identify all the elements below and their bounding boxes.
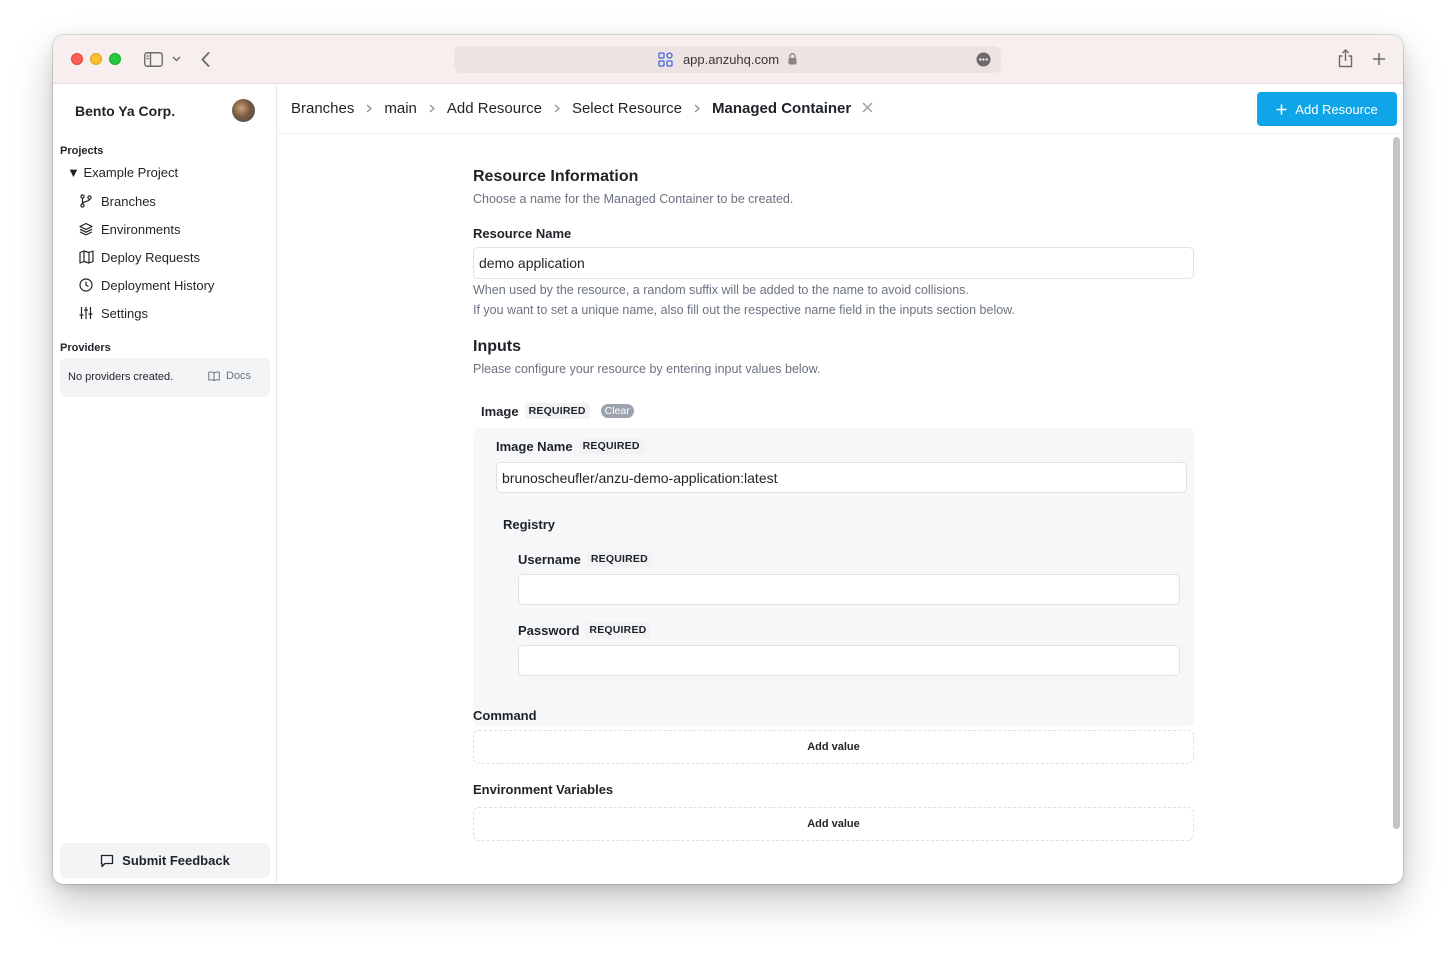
sidebar: Bento Ya Corp. Projects ▼ Example Projec…	[53, 85, 277, 884]
clock-icon	[78, 277, 94, 293]
command-label: Command	[473, 708, 537, 723]
project-example[interactable]: ▼ Example Project	[67, 165, 178, 180]
submit-feedback-button[interactable]: Submit Feedback	[60, 843, 270, 878]
breadcrumb-branches[interactable]: Branches	[291, 100, 354, 117]
resource-name-label: Resource Name	[473, 226, 572, 241]
chevron-right-icon	[554, 102, 560, 116]
url-text: app.anzuhq.com	[682, 52, 780, 67]
username-label-text: Username	[518, 551, 581, 567]
required-badge: REQUIRED	[586, 551, 652, 567]
env-add-value-button[interactable]: Add value	[473, 807, 1194, 841]
resource-info-title: Resource Information	[473, 168, 639, 185]
breadcrumb-main[interactable]: main	[384, 100, 417, 117]
sidebar-item-branches[interactable]: Branches	[78, 191, 156, 211]
resource-name-help-1: When used by the resource, a random suff…	[473, 283, 969, 297]
org-name[interactable]: Bento Ya Corp.	[75, 103, 175, 119]
sidebar-item-deploy-requests[interactable]: Deploy Requests	[78, 247, 200, 267]
add-resource-button[interactable]: Add Resource	[1257, 92, 1397, 126]
username-label: Username REQUIRED	[518, 551, 652, 567]
share-icon[interactable]	[1337, 48, 1353, 68]
providers-panel: No providers created. Docs	[60, 358, 270, 397]
more-options-icon[interactable]	[976, 52, 991, 67]
sidebar-item-label: Settings	[101, 305, 148, 321]
breadcrumb-managed-container: Managed Container	[712, 100, 852, 117]
password-label-text: Password	[518, 622, 580, 638]
resource-info-desc: Choose a name for the Managed Container …	[473, 192, 794, 206]
env-vars-label: Environment Variables	[473, 782, 614, 797]
close-window-button[interactable]	[71, 53, 83, 65]
sidebar-item-label: Branches	[101, 193, 156, 209]
image-name-label-text: Image Name	[496, 438, 573, 454]
sidebar-toggle-icon[interactable]	[143, 51, 163, 67]
image-name-input[interactable]	[496, 462, 1187, 493]
inputs-title: Inputs	[473, 338, 521, 355]
resource-name-help-2: If you want to set a unique name, also f…	[473, 303, 1015, 317]
inputs-desc: Please configure your resource by enteri…	[473, 362, 821, 376]
sidebar-item-settings[interactable]: Settings	[78, 303, 148, 323]
branch-icon	[78, 193, 94, 209]
providers-empty-text: No providers created.	[68, 371, 174, 383]
projects-heading: Projects	[60, 145, 104, 157]
sliders-icon	[78, 305, 94, 321]
command-add-value-button[interactable]: Add value	[473, 730, 1194, 764]
scrollbar[interactable]	[1393, 137, 1400, 829]
minimize-window-button[interactable]	[90, 53, 102, 65]
docs-label: Docs	[226, 370, 252, 382]
required-badge: REQUIRED	[578, 438, 644, 454]
new-tab-icon[interactable]	[1371, 51, 1386, 66]
sidebar-item-label: Deployment History	[101, 277, 215, 293]
image-label-text: Image	[481, 403, 519, 419]
book-icon	[208, 371, 220, 381]
map-icon	[78, 249, 94, 265]
sidebar-item-label: Environments	[101, 221, 181, 237]
password-input[interactable]	[518, 645, 1180, 676]
chevron-down-icon[interactable]	[171, 54, 181, 64]
clear-button[interactable]: Clear	[600, 404, 634, 418]
chevron-right-icon	[366, 102, 373, 116]
browser-toolbar: app.anzuhq.com	[53, 35, 1403, 84]
docs-link[interactable]: Docs	[208, 370, 251, 382]
layers-icon	[78, 221, 94, 237]
plus-icon	[1276, 100, 1287, 118]
avatar[interactable]	[232, 99, 255, 122]
message-icon	[100, 854, 114, 868]
sidebar-item-environments[interactable]: Environments	[78, 219, 180, 239]
password-label: Password REQUIRED	[518, 622, 651, 638]
resource-name-input[interactable]	[473, 247, 1194, 279]
sidebar-item-label: Deploy Requests	[101, 249, 200, 265]
username-input[interactable]	[518, 574, 1180, 605]
feedback-label: Submit Feedback	[122, 853, 230, 868]
sidebar-item-deployment-history[interactable]: Deployment History	[78, 275, 214, 295]
providers-heading: Providers	[60, 342, 111, 354]
chevron-right-icon	[694, 102, 700, 116]
address-bar[interactable]: app.anzuhq.com	[454, 46, 1001, 73]
image-name-label: Image Name REQUIRED	[496, 438, 644, 454]
required-badge: REQUIRED	[585, 622, 651, 638]
main-content: Resource Information Choose a name for t…	[278, 135, 1403, 884]
breadcrumb-add-resource[interactable]: Add Resource	[447, 100, 542, 117]
image-label: Image REQUIRED Clear	[481, 403, 634, 419]
header: Branches main Add Resource Select Resour…	[278, 85, 1403, 134]
back-arrow-icon[interactable]	[199, 50, 211, 68]
close-icon[interactable]	[862, 100, 873, 117]
lock-icon	[788, 53, 797, 68]
zoom-window-button[interactable]	[109, 53, 121, 65]
required-badge: REQUIRED	[524, 403, 590, 419]
add-resource-label: Add Resource	[1295, 101, 1378, 117]
breadcrumb-select-resource[interactable]: Select Resource	[572, 100, 682, 117]
chevron-right-icon	[429, 102, 435, 116]
site-icon	[658, 52, 673, 70]
breadcrumb: Branches main Add Resource Select Resour…	[291, 100, 873, 117]
browser-window: app.anzuhq.com Bento Ya Corp. Projects ▼…	[53, 35, 1403, 884]
registry-label: Registry	[503, 517, 556, 532]
